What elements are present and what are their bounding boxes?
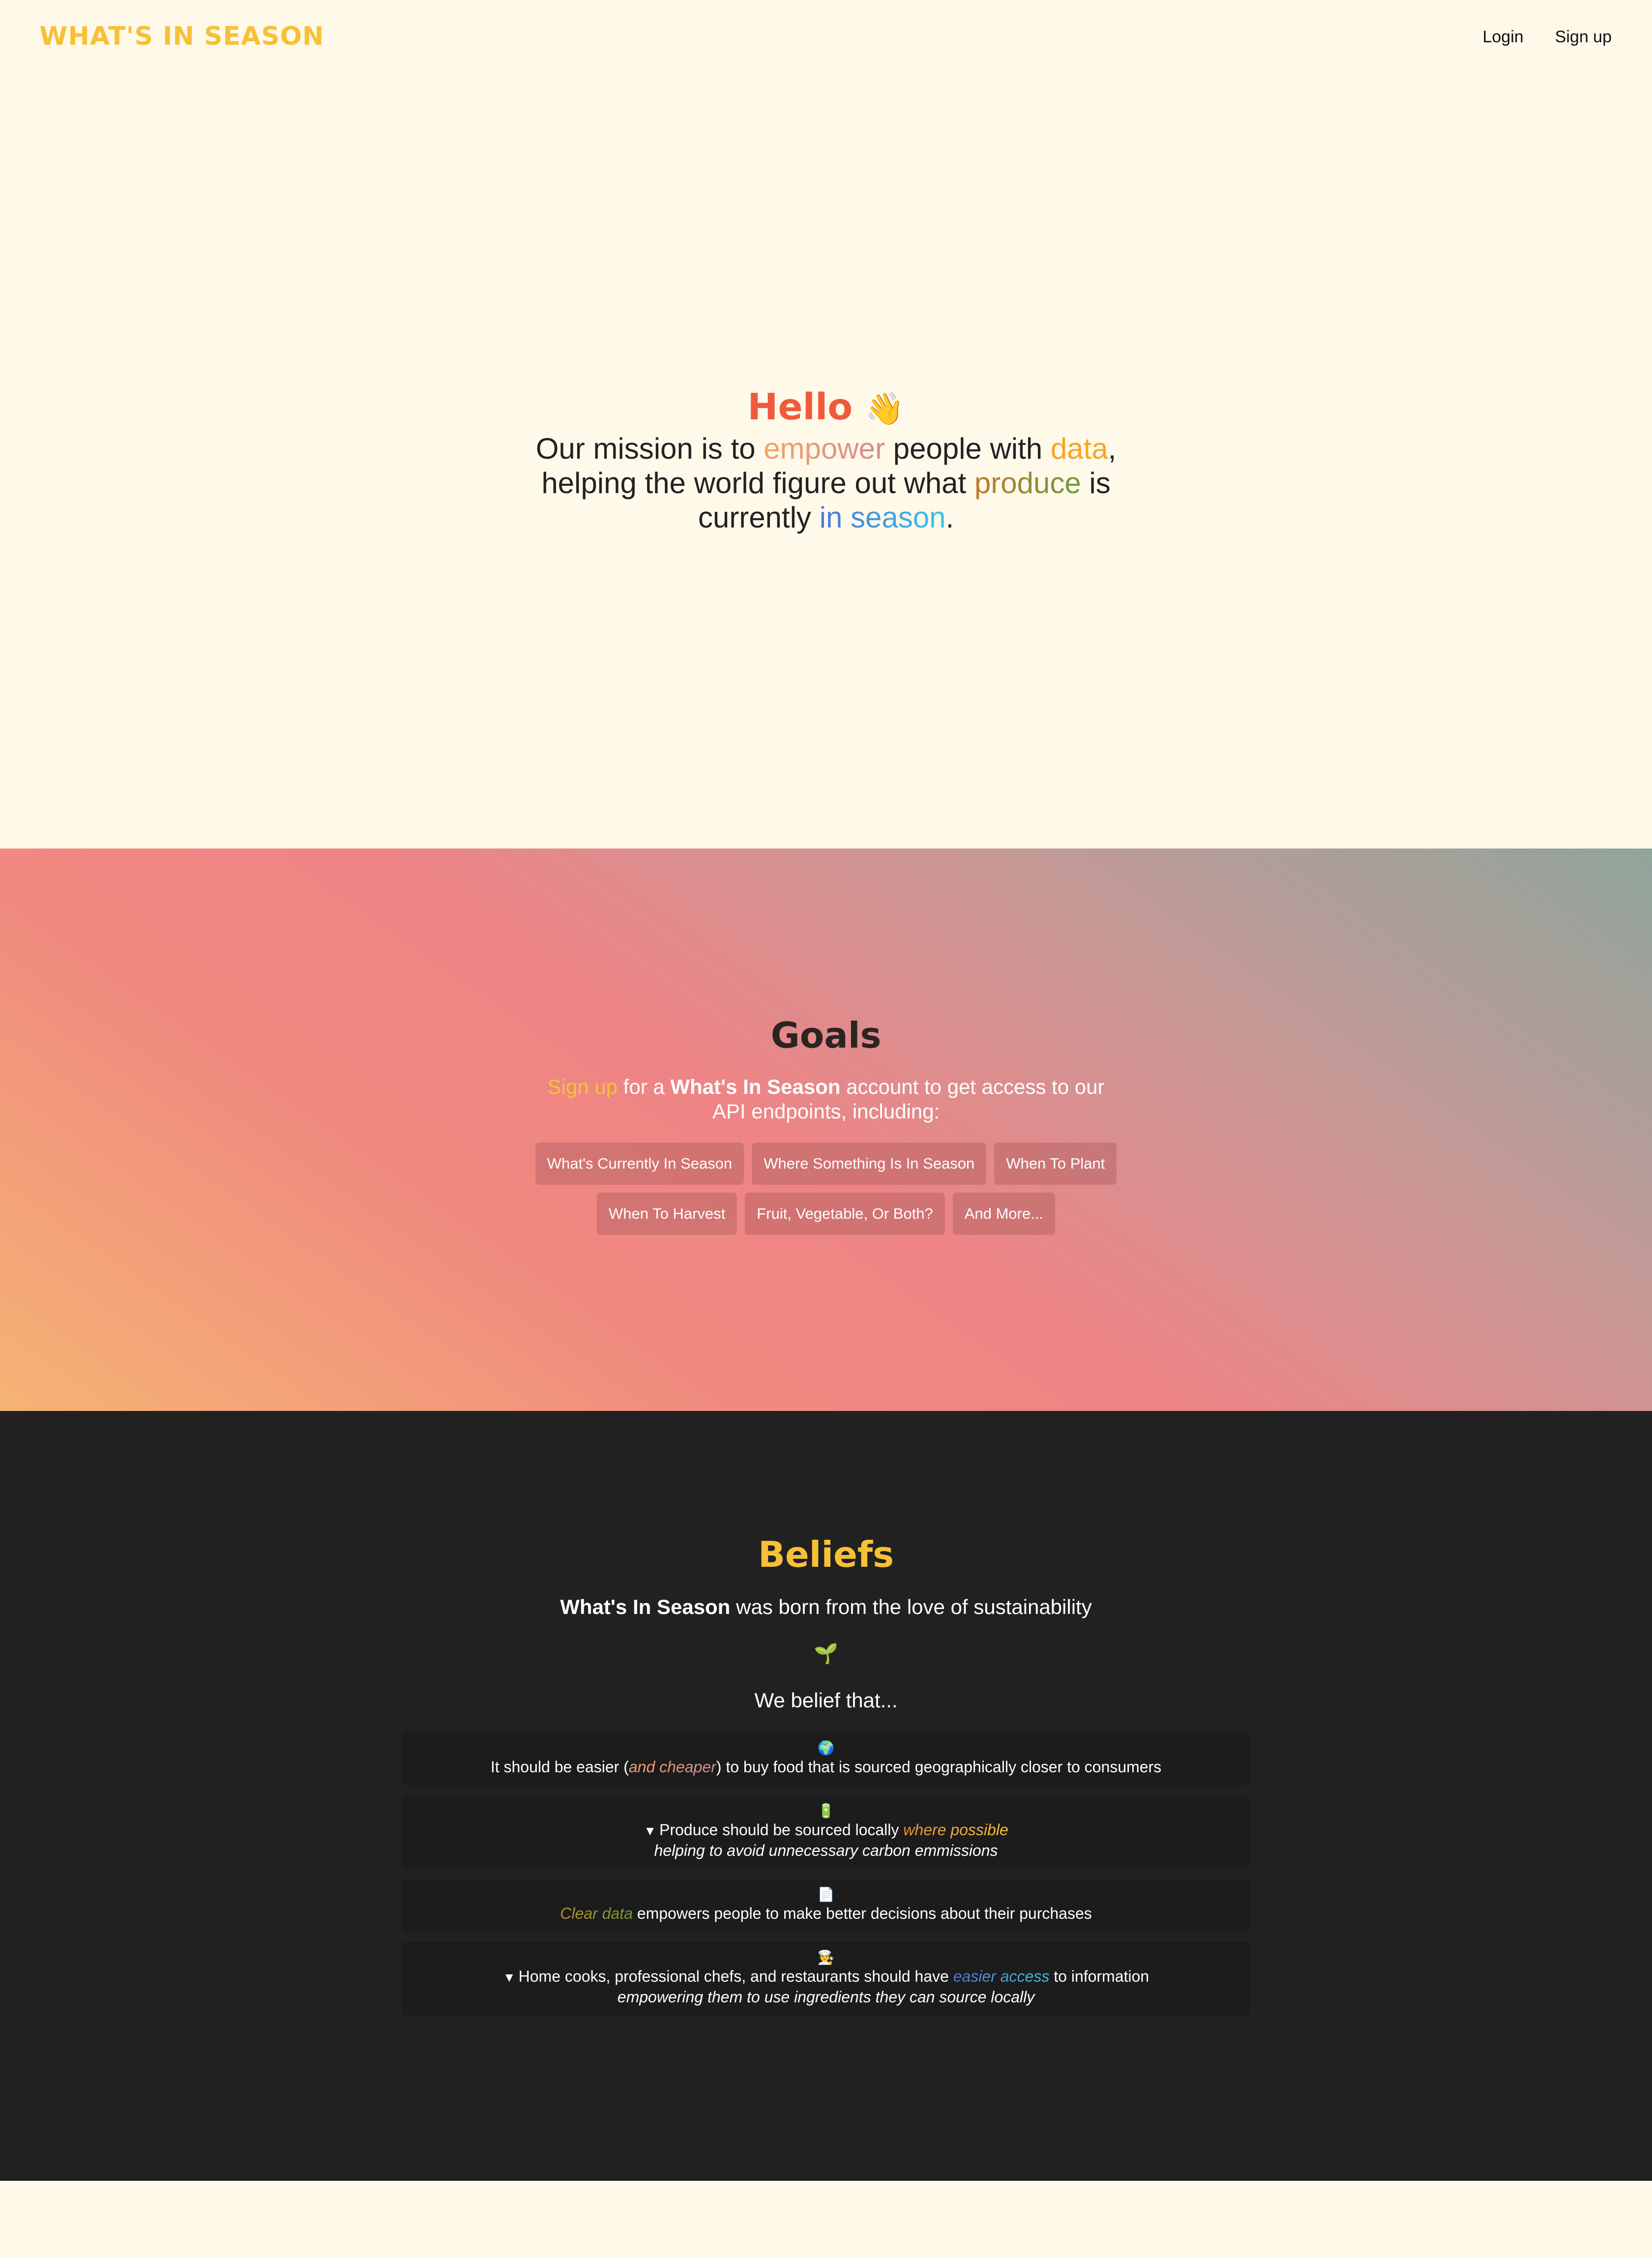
document-icon: 📄 (817, 1887, 835, 1902)
disclosure-triangle-icon[interactable]: ▼ (644, 1823, 656, 1838)
goals-heading: Goals (770, 1015, 882, 1056)
beliefs-subtitle: What's In Season was born from the love … (0, 1595, 1652, 1619)
belief-card-clear-data: 📄 Clear data empowers people to make bet… (402, 1879, 1250, 1932)
beliefs-intro: We belief that... (754, 1689, 898, 1712)
belief-text: Produce should be sourced locally (659, 1821, 904, 1839)
belief-text: It should be easier ( (490, 1758, 629, 1776)
belief-highlight: and cheaper (628, 1758, 716, 1776)
mission-text-1: Our mission is to (535, 432, 764, 465)
mission-highlight-data: data (1050, 432, 1108, 465)
belief-text: Home cooks, professional chefs, and rest… (518, 1967, 953, 1985)
beliefs-subtitle-text: was born from the love of sustainability (730, 1595, 1092, 1618)
beliefs-brand-name: What's In Season (560, 1595, 731, 1618)
globe-icon: 🌍 (817, 1740, 835, 1756)
api-endpoint-chips: What's Currently In Season Where Somethi… (433, 1143, 1219, 1243)
mission-text-2: people with (885, 432, 1051, 465)
sprout-icon: 🌱 (814, 1643, 838, 1665)
belief-cards: 🌍 It should be easier (and cheaper) to b… (402, 1732, 1250, 2025)
goals-description: Sign up for a What's In Season account t… (531, 1075, 1121, 1124)
chip-row-2: When To Harvest Fruit, Vegetable, Or Bot… (433, 1193, 1219, 1235)
belief-card-sourced-locally[interactable]: 🔋 ▼ Produce should be sourced locally whe… (402, 1795, 1250, 1869)
chip-when-to-harvest: When To Harvest (597, 1193, 738, 1235)
goals-signup-link[interactable]: Sign up (548, 1075, 618, 1098)
hello-heading: Hello 👋 (0, 386, 1652, 428)
belief-highlight: Clear data (560, 1905, 633, 1922)
chip-and-more: And More... (952, 1193, 1055, 1235)
belief-card-easier-access[interactable]: 🧑‍🍳 ▼ Home cooks, professional chefs, and… (402, 1942, 1250, 2016)
mission-highlight-in-season: in season (819, 501, 946, 534)
chip-fruit-vegetable: Fruit, Vegetable, Or Both? (745, 1193, 945, 1235)
belief-text: ) to buy food that is sourced geographic… (716, 1758, 1162, 1776)
mission-highlight-produce: produce (974, 467, 1081, 499)
beliefs-section: Beliefs What's In Season was born from t… (0, 1411, 1652, 2181)
chip-currently-in-season: What's Currently In Season (535, 1143, 744, 1185)
hero-section: Hello 👋 Our mission is to empower people… (0, 0, 1652, 849)
battery-icon: 🔋 (817, 1803, 835, 1818)
mission-statement: Our mission is to empower people with da… (531, 432, 1121, 535)
goals-brand-name: What's In Season (670, 1075, 841, 1098)
chip-where-in-season: Where Something Is In Season (752, 1143, 987, 1185)
hello-text: Hello (747, 386, 853, 428)
belief-highlight: easier access (953, 1967, 1050, 1985)
belief-detail: helping to avoid unnecessary carbon emmi… (654, 1842, 998, 1859)
belief-card-local-food: 🌍 It should be easier (and cheaper) to b… (402, 1732, 1250, 1786)
mission-highlight-empower: empower (764, 432, 885, 465)
goals-section: Goals Sign up for a What's In Season acc… (0, 849, 1652, 1411)
waving-hand-icon: 👋 (865, 391, 905, 427)
belief-text: to information (1049, 1967, 1150, 1985)
beliefs-heading: Beliefs (758, 1534, 894, 1575)
goals-sub-text-1: for a (618, 1075, 671, 1098)
disclosure-triangle-icon[interactable]: ▼ (503, 1970, 516, 1985)
mission-text-5: . (945, 501, 954, 534)
chef-icon: 🧑‍🍳 (817, 1950, 835, 1965)
chip-when-to-plant: When To Plant (994, 1143, 1117, 1185)
belief-highlight: where possible (903, 1821, 1008, 1839)
belief-detail: empowering them to use ingredients they … (617, 1988, 1035, 2006)
chip-row-1: What's Currently In Season Where Somethi… (433, 1143, 1219, 1185)
belief-text: empowers people to make better decisions… (632, 1905, 1092, 1922)
